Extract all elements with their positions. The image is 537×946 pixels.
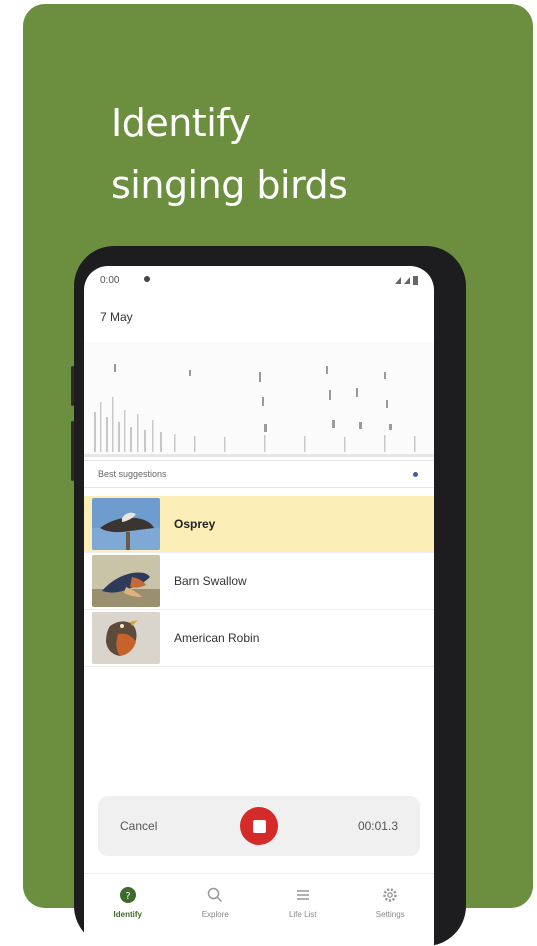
osprey-photo	[92, 498, 160, 550]
suggestions-dropdown-icon	[413, 471, 418, 477]
bottom-navigation: ? Identify Explore Life List Settings	[84, 873, 434, 939]
nav-label: Settings	[375, 910, 405, 919]
nav-settings[interactable]: Settings	[355, 886, 425, 919]
battery-icon	[413, 275, 418, 285]
barn-swallow-photo	[92, 555, 160, 607]
nav-identify[interactable]: ? Identify	[93, 886, 163, 919]
phone-frame: 0:00 7 May Best suggestions Osprey Barn …	[71, 246, 466, 946]
stop-recording-button[interactable]	[240, 807, 278, 845]
suggestion-name: American Robin	[174, 631, 260, 645]
headline: Identify singing birds	[111, 92, 348, 216]
nav-label: Life List	[288, 910, 317, 919]
list-icon	[294, 886, 312, 904]
headline-line-2: singing birds	[111, 163, 348, 207]
suggestion-row-barn-swallow[interactable]: Barn Swallow	[84, 553, 434, 610]
suggestions-header[interactable]: Best suggestions	[84, 460, 434, 488]
status-bar: 0:00	[84, 266, 434, 294]
question-circle-icon: ?	[119, 886, 137, 904]
suggestion-list: Osprey Barn Swallow American Robin	[84, 496, 434, 667]
wifi-icon	[395, 276, 401, 284]
recording-controls: Cancel 00:01.3	[98, 796, 420, 856]
suggestion-name: Osprey	[174, 517, 216, 531]
spectrogram-graphic	[84, 342, 434, 457]
nav-explore[interactable]: Explore	[180, 886, 250, 919]
phone-screen: 0:00 7 May Best suggestions Osprey Barn …	[84, 266, 434, 946]
nav-label: Explore	[201, 910, 229, 919]
signal-icon	[404, 276, 410, 284]
status-time: 0:00	[100, 274, 120, 286]
suggestion-name: Barn Swallow	[174, 574, 247, 588]
suggestions-header-label: Best suggestions	[98, 469, 167, 479]
status-icons	[395, 275, 418, 285]
recording-timer: 00:01.3	[357, 819, 398, 833]
cancel-button[interactable]: Cancel	[120, 819, 157, 833]
recording-date: 7 May	[100, 310, 133, 324]
nav-life-list[interactable]: Life List	[268, 886, 338, 919]
suggestion-row-osprey[interactable]: Osprey	[84, 496, 434, 553]
phone-side-button	[71, 421, 74, 481]
spectrogram	[84, 342, 434, 457]
search-icon	[206, 886, 224, 904]
american-robin-photo	[92, 612, 160, 664]
stop-icon	[252, 819, 266, 833]
headline-line-1: Identify	[111, 101, 251, 145]
nav-label: Identify	[113, 910, 142, 919]
svg-text:?: ?	[125, 891, 130, 902]
phone-side-button	[71, 366, 74, 406]
gear-icon	[381, 886, 399, 904]
suggestion-row-american-robin[interactable]: American Robin	[84, 610, 434, 667]
